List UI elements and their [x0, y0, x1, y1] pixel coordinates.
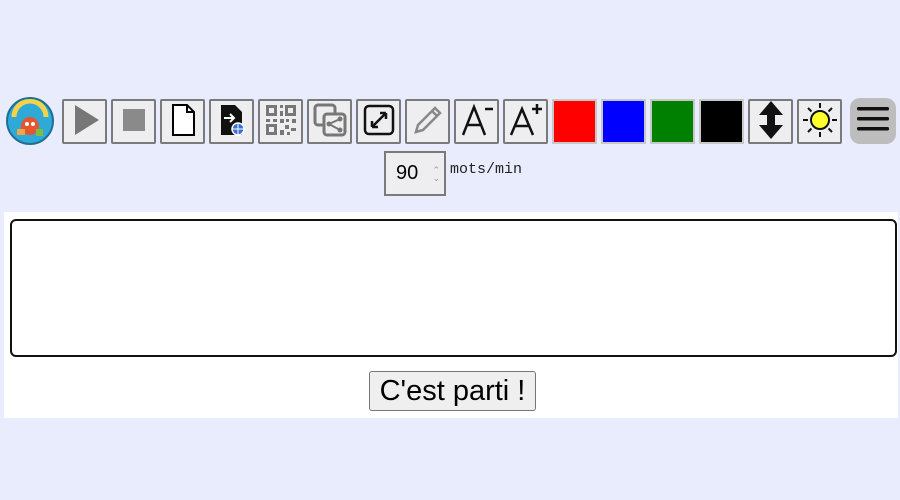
- up-down-arrow-icon: [753, 100, 789, 143]
- qr-code-button[interactable]: [258, 98, 303, 144]
- menu-button[interactable]: [850, 98, 896, 144]
- new-document-icon: [165, 102, 201, 141]
- speed-unit-label: mots/min: [450, 161, 523, 178]
- color-swatch-green[interactable]: [650, 98, 695, 144]
- stop-icon: [116, 102, 152, 141]
- color-swatch-red[interactable]: [552, 98, 597, 144]
- hamburger-menu-icon: [856, 106, 890, 137]
- vertical-scroll-button[interactable]: [748, 98, 793, 144]
- color-swatch-black[interactable]: [699, 98, 744, 144]
- fullscreen-button[interactable]: [356, 98, 401, 144]
- toolbar: [6, 97, 896, 145]
- share-button[interactable]: [307, 98, 352, 144]
- main-panel: C'est parti !: [4, 212, 898, 418]
- open-web-file-button[interactable]: [209, 98, 254, 144]
- edit-button[interactable]: [405, 98, 450, 144]
- educajou-logo[interactable]: [6, 97, 54, 145]
- color-swatch-blue[interactable]: [601, 98, 646, 144]
- font-increase-icon: [508, 102, 544, 141]
- spinner-arrows-icon[interactable]: ⌃ ⌄: [432, 165, 440, 182]
- pencil-icon: [410, 102, 446, 141]
- share-icon: [312, 102, 348, 141]
- brightness-button[interactable]: [797, 98, 842, 144]
- font-increase-button[interactable]: [503, 98, 548, 144]
- fullscreen-icon: [361, 102, 397, 141]
- speed-control: 90 ⌃ ⌄ mots/min: [384, 151, 522, 196]
- speed-value: 90: [396, 162, 419, 184]
- web-file-icon: [214, 102, 250, 141]
- play-icon: [67, 102, 103, 141]
- play-button[interactable]: [62, 98, 107, 144]
- new-document-button[interactable]: [160, 98, 205, 144]
- text-editor[interactable]: [10, 219, 897, 357]
- speed-input[interactable]: 90 ⌃ ⌄: [384, 151, 446, 196]
- font-decrease-button[interactable]: [454, 98, 499, 144]
- font-decrease-icon: [459, 102, 495, 141]
- stop-button[interactable]: [111, 98, 156, 144]
- sun-icon: [801, 101, 839, 142]
- qr-code-icon: [263, 102, 299, 141]
- start-button[interactable]: C'est parti !: [369, 371, 536, 411]
